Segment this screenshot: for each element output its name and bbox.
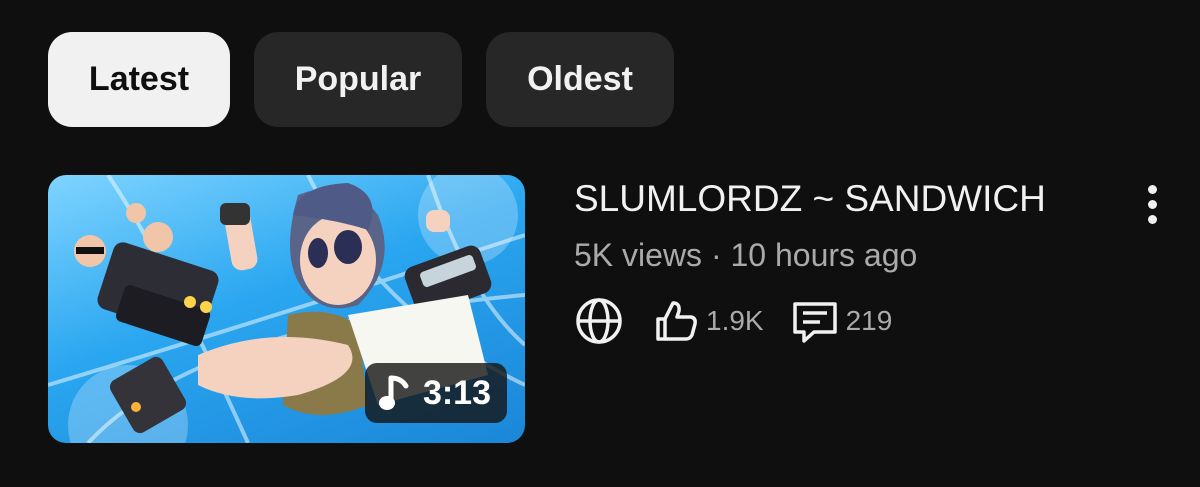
comment-count: 219 xyxy=(845,305,893,336)
globe-icon xyxy=(576,298,622,344)
car-left xyxy=(97,242,219,347)
comments-button[interactable]: 219 xyxy=(790,296,893,346)
duration-text: 3:13 xyxy=(422,373,491,412)
thumbs-up-icon xyxy=(656,301,697,341)
more-vertical-icon xyxy=(1147,184,1157,194)
chip-latest[interactable]: Latest xyxy=(48,32,230,127)
chip-popular[interactable]: Popular xyxy=(254,32,462,127)
video-item[interactable]: 3:13 SLUMLORDZ ~ SANDWICH 5K views · 10 … xyxy=(48,175,1168,445)
video-subline: 5K views · 10 hours ago xyxy=(574,237,918,273)
video-title[interactable]: SLUMLORDZ ~ SANDWICH xyxy=(574,177,1046,221)
video-stats: 1.9K 219 xyxy=(574,295,892,347)
more-options-button[interactable] xyxy=(1130,179,1174,229)
like-count: 1.9K xyxy=(706,305,764,336)
music-note-icon xyxy=(378,375,409,410)
chip-oldest[interactable]: Oldest xyxy=(486,32,674,127)
sort-chips: Latest Popular Oldest xyxy=(48,32,674,127)
video-thumbnail[interactable]: 3:13 xyxy=(48,175,525,443)
comment-icon xyxy=(792,302,837,343)
like-button[interactable]: 1.9K xyxy=(652,297,764,345)
duration-badge: 3:13 xyxy=(364,363,507,423)
